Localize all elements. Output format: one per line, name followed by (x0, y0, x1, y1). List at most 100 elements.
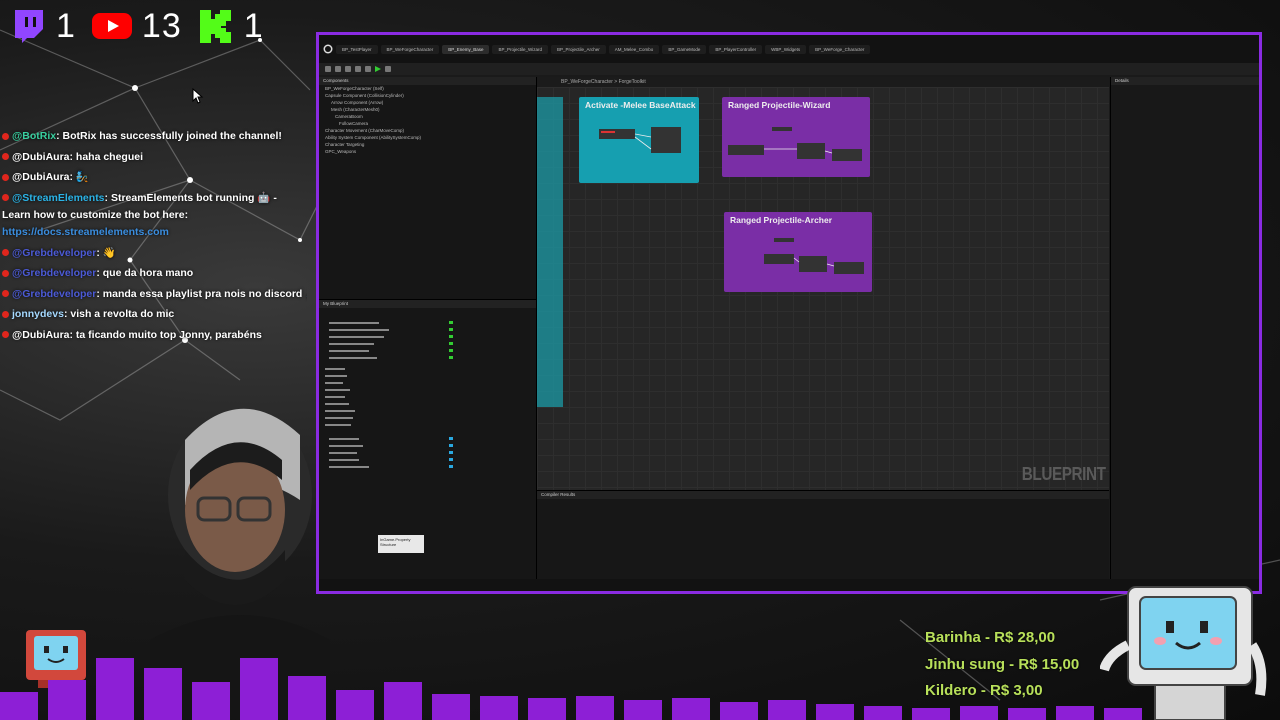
audio-bar (432, 694, 470, 720)
chat-user: @BotRix (12, 130, 57, 142)
tree-item[interactable]: BP_WeForgeCharacter (Self) (325, 85, 536, 92)
node-graph-preview (728, 127, 862, 161)
audio-bar (480, 696, 518, 720)
youtube-icon (91, 13, 132, 39)
donation-item: Jinhu sung - R$ 15,00 (925, 655, 1080, 673)
graph-breadcrumb[interactable]: BP_WeForgeCharacter > ForgeToolkit (537, 77, 1109, 87)
donation-item: Kildero - R$ 3,00 (925, 682, 1043, 699)
tree-item[interactable]: Character Targeting (325, 141, 536, 148)
unreal-editor-window[interactable]: BP_TestPlayer BP_WeForgeCharacter BP_Ene… (316, 32, 1262, 594)
audio-bar (1008, 708, 1046, 720)
editor-tab[interactable]: BP_PlayerController (709, 44, 763, 54)
chat-user: @Grebdeveloper (12, 287, 97, 300)
editor-tab[interactable]: BP_Projectile_Wizard (492, 44, 549, 54)
variables-list (325, 321, 453, 468)
audio-bar (1056, 706, 1094, 720)
audio-bar (720, 702, 758, 720)
chat-user: @DubiAura (12, 150, 70, 163)
unreal-logo-icon (323, 44, 333, 54)
viewer-stats: 1 13 1 (10, 6, 264, 46)
audio-bar (864, 706, 902, 720)
audio-bar (384, 682, 422, 720)
chat-message: @Grebdeveloper: manda essa playlist pra … (2, 284, 307, 305)
browse-icon[interactable] (335, 66, 341, 72)
diff-icon[interactable] (355, 66, 361, 72)
chat-user: @DubiAura (12, 328, 70, 341)
tree-item[interactable]: Arrow Component (Arrow) (325, 99, 536, 106)
components-panel: Components BP_WeForgeCharacter (Self) Ca… (319, 77, 537, 579)
tree-item[interactable]: Ability System Component (AbilitySystemC… (325, 134, 536, 141)
tree-item[interactable]: FollowCamera (325, 120, 536, 127)
editor-tab[interactable]: BP_WeForge_Character (809, 44, 871, 54)
chat-message: @DubiAura: 🧞 (2, 167, 307, 188)
editor-toolbar (319, 63, 1259, 75)
editor-tab[interactable]: BP_GameMode (662, 44, 707, 54)
components-tree: BP_WeForgeCharacter (Self) Capsule Compo… (319, 85, 536, 155)
audio-bar (336, 690, 374, 720)
audio-bar (576, 696, 614, 720)
audio-bar (672, 698, 710, 720)
chat-user: @Grebdeveloper (12, 267, 97, 279)
chat-message: @Grebdeveloper: que da hora mano (2, 263, 307, 284)
settings-icon[interactable] (365, 66, 371, 72)
kick-count: 1 (243, 6, 264, 45)
chat-text: : que da hora mano (96, 267, 194, 279)
tree-item[interactable]: CameraBoom (325, 113, 536, 120)
donation-item: Barinha - R$ 28,00 (925, 629, 1056, 646)
chat-message: jonnydevs: vish a revolta do mic (2, 304, 307, 325)
computer-mascot-icon (1100, 586, 1267, 720)
kick-icon (199, 10, 231, 43)
editor-tab[interactable]: BP_WeForgeCharacter (380, 44, 440, 54)
node-projectile-wizard[interactable]: Ranged Projectile-Wizard (722, 97, 870, 177)
editor-tab[interactable]: AM_Melee_Combo (608, 44, 660, 54)
tree-item[interactable]: Capsule Component (CollisionCylinder) (325, 92, 536, 99)
editor-tab[interactable]: BP_Projectile_Archer (551, 44, 606, 54)
node-title: Ranged Projectile-Archer (730, 215, 833, 225)
chat-overlay: @BotRix: BotRix has successfully joined … (2, 126, 307, 345)
node-melee-attack[interactable]: Activate -Melee BaseAttack (579, 97, 699, 183)
components-header: Components (319, 77, 536, 85)
play-icon[interactable] (375, 66, 381, 72)
donations-list: Barinha - R$ 28,00 Jinhu sung - R$ 15,00… (925, 625, 1079, 705)
my-blueprint-panel: My Blueprint (319, 299, 536, 579)
tree-item[interactable]: GPC_Weapons (325, 148, 536, 155)
compiler-results-header: Compiler Results (537, 491, 1109, 499)
chat-message: @DubiAura: ta ficando muito top Jonny, p… (2, 325, 307, 346)
editor-tab[interactable]: WBP_Widgets (765, 44, 807, 54)
chat-text: : haha cheguei (69, 150, 144, 163)
offscreen-node[interactable] (537, 97, 563, 407)
debug-icon[interactable] (385, 66, 391, 72)
audio-bar (0, 692, 38, 720)
audio-bar (240, 658, 278, 720)
compile-icon[interactable] (345, 66, 351, 72)
compiler-results-panel: Compiler Results (537, 490, 1109, 579)
tree-item[interactable]: Mesh (CharacterMesh0) (325, 106, 536, 113)
audio-bar (768, 700, 806, 720)
editor-tab[interactable]: BP_Enemy_Base (442, 44, 490, 54)
node-projectile-archer[interactable]: Ranged Projectile-Archer (724, 212, 872, 292)
my-blueprint-header: My Blueprint (319, 300, 536, 308)
chat-link[interactable]: https://docs.streamelements.com (2, 226, 169, 238)
youtube-stat: 13 (91, 7, 182, 46)
audio-bar (96, 658, 134, 720)
node-title: Activate -Melee BaseAttack (585, 100, 696, 110)
tree-item[interactable]: Character Movement (CharMoveComp) (325, 127, 536, 134)
blueprint-graph[interactable]: Activate -Melee BaseAttack Ranged Projec… (537, 87, 1109, 491)
editor-tab[interactable]: BP_TestPlayer (336, 44, 378, 54)
audio-bar (816, 704, 854, 720)
chat-message: @StreamElements: StreamElements bot runn… (2, 188, 307, 243)
chat-message: @DubiAura: haha cheguei (2, 147, 307, 168)
chat-message: @BotRix: BotRix has successfully joined … (2, 126, 307, 147)
chat-text: : 🧞 (69, 171, 90, 183)
save-icon[interactable] (325, 66, 331, 72)
audio-bar (912, 708, 950, 720)
chat-user: @Grebdeveloper (12, 246, 97, 259)
chat-text: : BotRix has successfully joined the cha… (56, 130, 282, 142)
audio-bar (624, 700, 662, 720)
blueprint-watermark: BLUEPRINT (1021, 464, 1105, 484)
twitch-stat: 1 (10, 7, 76, 46)
property-tooltip: InGame.Property Structure (378, 535, 424, 553)
chat-text: : 👋 (96, 246, 116, 259)
audio-visualizer (0, 650, 1280, 720)
audio-bar (288, 676, 326, 720)
